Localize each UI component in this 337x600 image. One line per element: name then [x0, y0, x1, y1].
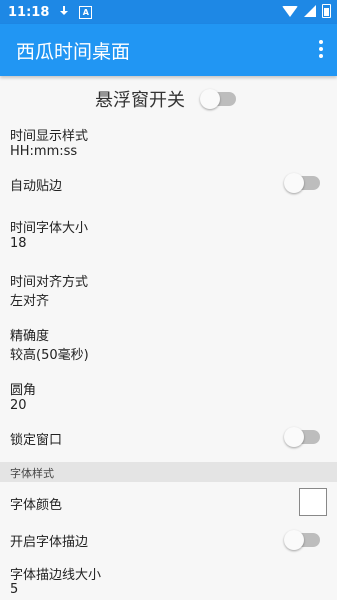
corner-radius-label: 圆角 — [10, 383, 37, 398]
time-style-label: 时间显示样式 — [10, 129, 89, 144]
stroke-size-label: 字体描边线大小 — [10, 568, 102, 583]
font-color-swatch[interactable] — [299, 488, 327, 516]
font-size-value: 18 — [10, 236, 27, 251]
floating-window-toggle[interactable] — [200, 89, 236, 109]
lock-window-toggle[interactable] — [284, 427, 320, 447]
time-style-row[interactable]: 时间显示样式 HH:mm:ss — [0, 122, 337, 166]
alignment-row[interactable]: 时间对齐方式 左对齐 — [0, 268, 337, 312]
app-bar: 西瓜时间桌面 — [0, 24, 337, 76]
floating-window-label: 悬浮窗开关 — [95, 90, 185, 111]
font-stroke-row[interactable]: 开启字体描边 — [0, 528, 337, 558]
font-size-label: 时间字体大小 — [10, 221, 89, 236]
status-time: 11:18 — [8, 4, 50, 20]
precision-value: 较高(50毫秒) — [10, 348, 89, 363]
corner-radius-value: 20 — [10, 398, 27, 413]
stroke-size-value: 5 — [10, 582, 19, 597]
alignment-value: 左对齐 — [10, 294, 50, 309]
font-color-row[interactable]: 字体颜色 — [0, 488, 337, 520]
signal-icon — [304, 5, 316, 17]
status-bar: 11:18 A — [0, 0, 337, 24]
font-style-section-header: 字体样式 — [0, 462, 337, 482]
app-title: 西瓜时间桌面 — [16, 40, 131, 63]
lock-window-label: 锁定窗口 — [10, 433, 63, 448]
more-options-icon[interactable] — [319, 40, 323, 60]
precision-row[interactable]: 精确度 较高(50毫秒) — [0, 322, 337, 366]
battery-icon — [322, 4, 331, 18]
stroke-size-row[interactable]: 字体描边线大小 5 — [0, 562, 337, 600]
auto-edge-label: 自动贴边 — [10, 179, 63, 194]
font-style-section-title: 字体样式 — [10, 467, 54, 480]
notification-a-icon: A — [79, 5, 93, 19]
lock-window-row[interactable]: 锁定窗口 — [0, 426, 337, 456]
font-stroke-toggle[interactable] — [284, 530, 320, 550]
floating-window-row[interactable]: 悬浮窗开关 — [0, 84, 337, 114]
precision-label: 精确度 — [10, 329, 50, 344]
time-style-value: HH:mm:ss — [10, 144, 78, 159]
wifi-icon — [282, 5, 298, 17]
auto-edge-row[interactable]: 自动贴边 — [0, 172, 337, 202]
font-color-label: 字体颜色 — [10, 498, 63, 513]
font-stroke-label: 开启字体描边 — [10, 535, 89, 550]
font-size-row[interactable]: 时间字体大小 18 — [0, 214, 337, 258]
settings-list: 悬浮窗开关 时间显示样式 HH:mm:ss 自动贴边 时间字体大小 18 时间对… — [0, 76, 337, 600]
corner-radius-row[interactable]: 圆角 20 — [0, 376, 337, 420]
auto-edge-toggle[interactable] — [284, 173, 320, 193]
alignment-label: 时间对齐方式 — [10, 275, 89, 290]
download-icon — [59, 6, 69, 18]
